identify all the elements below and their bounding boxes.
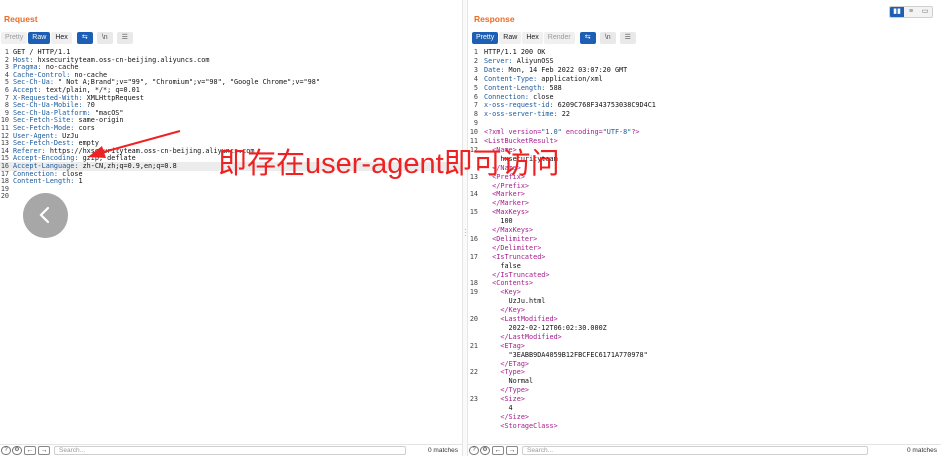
annotation-text: 即存在user-agent即可访问 <box>218 148 560 180</box>
annotation-arrow <box>88 130 181 158</box>
